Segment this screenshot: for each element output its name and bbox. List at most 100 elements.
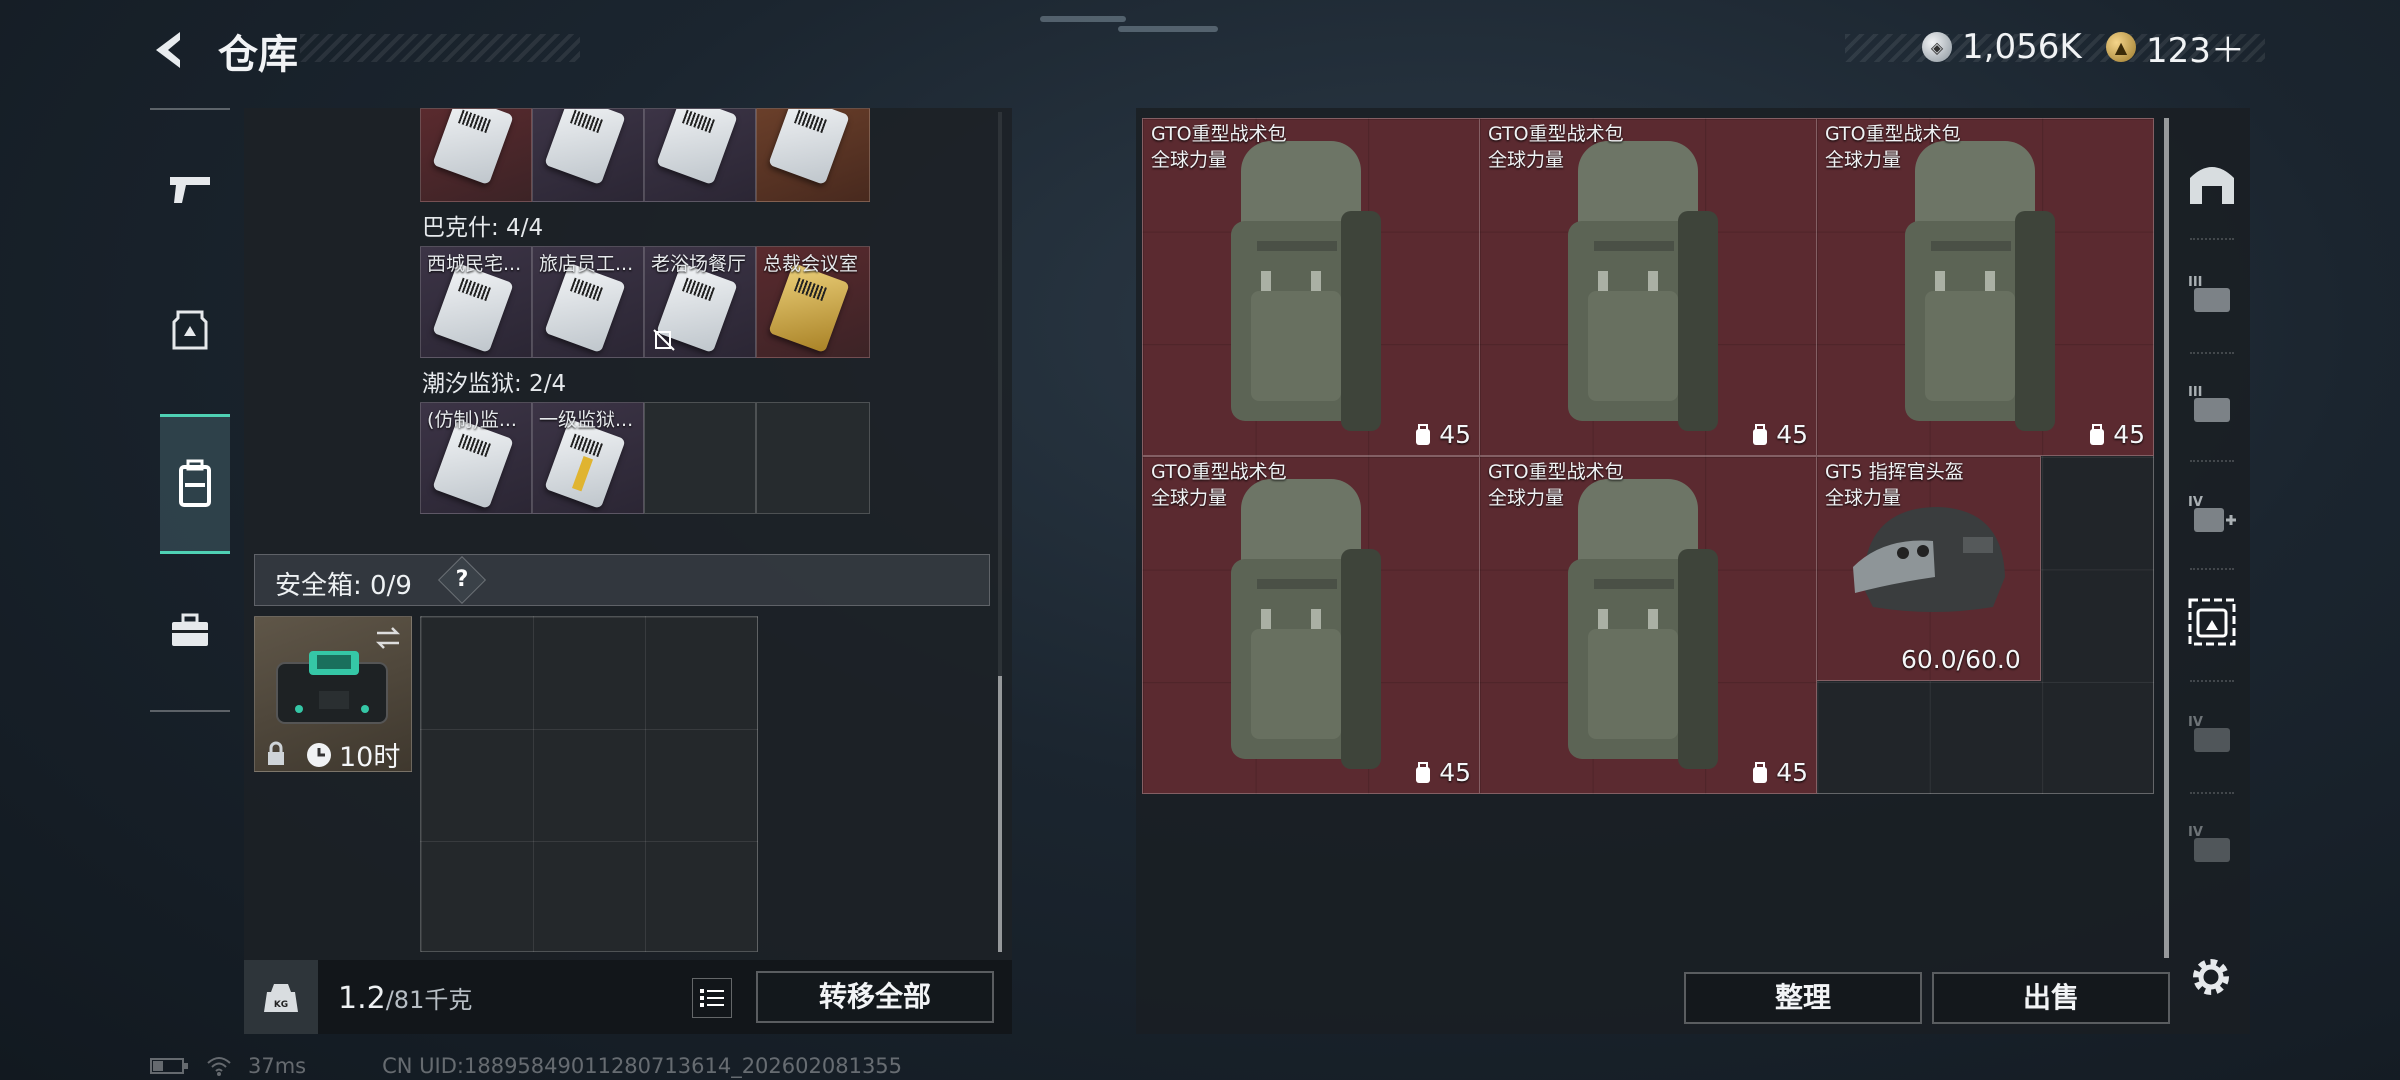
item-faction: 全球力量 bbox=[1825, 487, 1902, 509]
help-label: ? bbox=[455, 567, 469, 592]
stash-item-backpack[interactable]: GTO重型战术包 全球力量 45 bbox=[1142, 118, 1480, 456]
stash-item-backpack[interactable]: GTO重型战术包 全球力量 45 bbox=[1816, 118, 2154, 456]
weight-value: 1.2/81千克 bbox=[338, 980, 472, 1016]
keycard-group-label: 巴克什: 4/4 bbox=[422, 215, 544, 241]
item-faction: 全球力量 bbox=[1825, 149, 1902, 171]
item-name: GTO重型战术包 bbox=[1488, 123, 1624, 145]
helmet-image bbox=[1853, 507, 2005, 612]
safebox-grid[interactable] bbox=[420, 616, 758, 952]
uid-text: CN UID:1889584901128071361​4_20260208135… bbox=[382, 1054, 903, 1078]
weapon-tab[interactable] bbox=[160, 160, 220, 220]
svg-text:IV: IV bbox=[2188, 825, 2203, 840]
silver-coin-icon: ◈ bbox=[1922, 32, 1952, 62]
keycard-slot[interactable]: 旅店员工... bbox=[532, 246, 644, 358]
backpack-image bbox=[1231, 141, 1381, 431]
left-scrollbar[interactable] bbox=[998, 676, 1002, 952]
kg-label: KG bbox=[274, 1000, 288, 1010]
item-faction: 全球力量 bbox=[1488, 487, 1565, 509]
capacity-icon bbox=[1753, 423, 1768, 445]
tier-helmet-tab[interactable] bbox=[2180, 590, 2244, 654]
item-name: GTO重型战术包 bbox=[1488, 461, 1624, 483]
armor-icon bbox=[172, 310, 208, 350]
no-copy-icon bbox=[653, 329, 675, 351]
keycard-icon bbox=[432, 109, 514, 186]
stash-scrollbar[interactable] bbox=[2164, 118, 2169, 958]
durability-value: 60.0/60.0 bbox=[1901, 645, 2021, 674]
keycard-slot[interactable]: 总裁会议室 bbox=[756, 246, 870, 358]
capacity-icon bbox=[1416, 423, 1431, 445]
settings-button[interactable] bbox=[2186, 952, 2236, 1002]
keycard-slot[interactable] bbox=[644, 108, 756, 202]
lock-icon bbox=[268, 741, 284, 765]
capacity-value: 45 bbox=[1776, 420, 1808, 449]
battery-icon bbox=[150, 1058, 188, 1074]
item-name: GTO重型战术包 bbox=[1825, 123, 1961, 145]
tier4-weapon-icon: IV bbox=[2188, 715, 2230, 752]
tier-helmet-icon bbox=[2188, 598, 2236, 646]
pistol-icon bbox=[170, 177, 210, 203]
back-arrow-icon bbox=[156, 32, 180, 68]
stash-home-icon bbox=[2190, 167, 2234, 204]
gold-currency[interactable]: ▲ 123＋ bbox=[2106, 24, 2245, 71]
keycard-slot[interactable]: 西城民宅... bbox=[420, 246, 532, 358]
keycard-slot[interactable]: 一级监狱... bbox=[532, 402, 644, 514]
capacity-icon bbox=[1416, 761, 1431, 783]
tier4-medical-tab[interactable]: IV bbox=[2180, 482, 2244, 546]
safebox-header: 安全箱: 0/9 ? bbox=[254, 554, 990, 606]
keycard-slot[interactable] bbox=[420, 108, 532, 202]
keycard-icon bbox=[432, 418, 514, 510]
tier3-armor-icon: III bbox=[2188, 275, 2230, 312]
silver-currency[interactable]: ◈ 1,056K bbox=[1922, 24, 2082, 70]
case-tab[interactable] bbox=[160, 600, 220, 660]
keycard-slot[interactable]: (仿制)监... bbox=[420, 402, 532, 514]
sell-button[interactable]: 出售 bbox=[1932, 972, 2170, 1024]
tier4-weapon-tab[interactable]: IV bbox=[2180, 702, 2244, 766]
safebox-label: 安全箱: 0/9 bbox=[275, 571, 412, 601]
empty-slot[interactable] bbox=[644, 402, 756, 514]
list-icon bbox=[700, 989, 724, 1007]
tier3-rig-tab[interactable]: III bbox=[2180, 372, 2244, 436]
safe-timer: 10时 bbox=[305, 735, 400, 774]
weight-bar: KG 1.2/81千克 转移全部 bbox=[244, 960, 1012, 1034]
capacity-badge: 45 bbox=[2087, 420, 2145, 449]
swap-icon[interactable] bbox=[373, 623, 403, 653]
empty-slot[interactable] bbox=[756, 402, 870, 514]
tier3-armor-tab[interactable]: III bbox=[2180, 262, 2244, 326]
gold-keycard-icon bbox=[768, 262, 850, 354]
stash-item-backpack[interactable]: GTO重型战术包 全球力量 45 bbox=[1479, 456, 1817, 794]
backpack-icon bbox=[179, 459, 211, 507]
tier4-case-tab[interactable]: IV bbox=[2180, 812, 2244, 876]
keycard-label: 一级监狱... bbox=[539, 409, 634, 431]
keycard-icon bbox=[544, 262, 626, 354]
transfer-all-button[interactable]: 转移全部 bbox=[756, 971, 994, 1023]
gear-icon bbox=[2193, 959, 2229, 995]
weight-current: 1.2 bbox=[338, 981, 386, 1016]
sort-button[interactable]: 整理 bbox=[1684, 972, 1922, 1024]
gear-tab[interactable] bbox=[160, 300, 220, 360]
svg-text:III: III bbox=[2188, 385, 2203, 400]
capacity-icon bbox=[2090, 423, 2105, 445]
tab-separator bbox=[2190, 460, 2234, 462]
backpack-tab[interactable] bbox=[160, 414, 230, 554]
kettlebell-icon: KG bbox=[264, 984, 298, 1012]
keycard-icon bbox=[656, 109, 738, 186]
back-button[interactable] bbox=[146, 26, 194, 74]
help-button[interactable]: ? bbox=[437, 555, 487, 605]
item-name: GTO重型战术包 bbox=[1151, 123, 1287, 145]
wifi-icon bbox=[207, 1057, 231, 1076]
keycard-slot[interactable] bbox=[532, 108, 644, 202]
clock-icon bbox=[307, 742, 331, 767]
stash-home-tab[interactable] bbox=[2180, 152, 2244, 216]
capacity-value: 45 bbox=[1776, 758, 1808, 787]
tab-separator bbox=[2190, 352, 2234, 354]
stash-item-backpack[interactable]: GTO重型战术包 全球力量 45 bbox=[1479, 118, 1817, 456]
capacity-value: 45 bbox=[2113, 420, 2145, 449]
capacity-badge: 45 bbox=[1413, 758, 1471, 787]
stash-item-backpack[interactable]: GTO重型战术包 全球力量 45 bbox=[1142, 456, 1480, 794]
safe-case-item[interactable]: 10时 bbox=[254, 616, 412, 774]
stash-item-helmet[interactable]: GT5 指挥官头盔 全球力量 60.0/60.0 bbox=[1816, 456, 2041, 681]
keycard-slot[interactable] bbox=[756, 108, 870, 202]
list-view-button[interactable] bbox=[692, 978, 732, 1018]
weight-max: /81千克 bbox=[385, 986, 473, 1014]
keycard-group-label: 潮汐监狱: 2/4 bbox=[422, 371, 567, 397]
